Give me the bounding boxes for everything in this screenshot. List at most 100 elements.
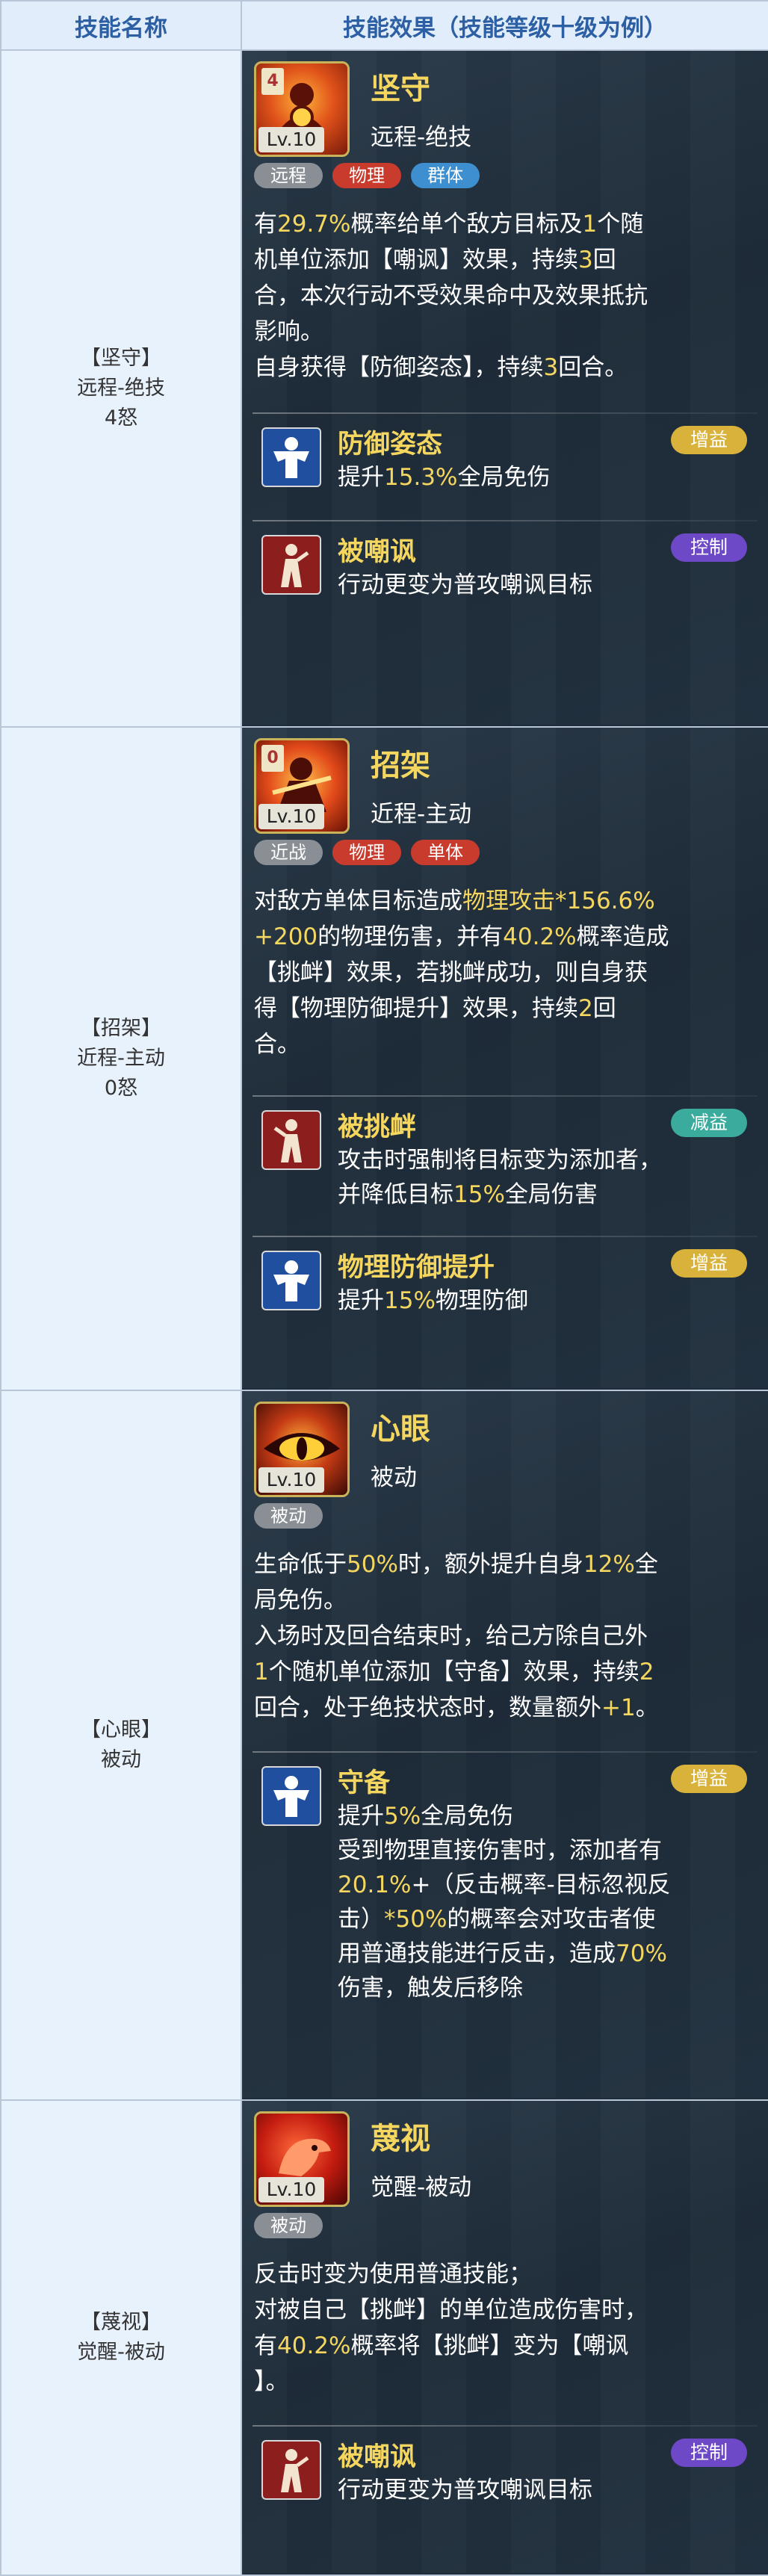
skill-type-label: 被动 <box>101 1748 141 1771</box>
skill-name-label: 【坚守】 <box>81 347 161 370</box>
desc-line: 机单位添加【嘲讽】效果，持续3回 <box>254 247 616 273</box>
demon-eye-icon: Lv.10 <box>254 1402 350 1497</box>
effect-name: 守备 <box>338 1768 391 1798</box>
control-badge: 控制 <box>670 2439 747 2467</box>
tag-damage-type: 物理 <box>332 840 402 865</box>
desc-line: 对敌方单体目标造成物理攻击*156.6% <box>254 888 655 914</box>
skill-description: 对敌方单体目标造成物理攻击*156.6% +200的物理伤害，并有40.2%概率… <box>242 883 768 1062</box>
skill-card: 4 Lv.10 坚守 远程-绝技 远程 物理 群体 有29.7%概率给单个敌方目… <box>242 51 768 725</box>
desc-line: 合，本次行动不受效果命中及效果抵抗 <box>254 282 648 309</box>
skill-name-label: 【心眼】 <box>81 1718 161 1741</box>
taunted-icon <box>261 2440 321 2500</box>
skill-card: Lv.10 蔑视 觉醒-被动 被动 反击时变为使用普通技能； 对被自己【挑衅】的… <box>242 2101 768 2573</box>
desc-line: 有40.2%概率将【挑衅】变为【嘲讽 <box>254 2332 629 2359</box>
skill-title: 招架 <box>371 749 430 783</box>
effect-line: 用普通技能进行反击，造成70% <box>338 1940 667 1967</box>
skill-icon-number: 4 <box>261 68 284 95</box>
skill-card-cell: Lv.10 心眼 被动 被动 生命低于50%时，额外提升自身12%全 局免伤。 … <box>241 1390 768 2101</box>
skill-name-label: 【招架】 <box>81 1017 161 1040</box>
desc-line: 生命低于50%时，额外提升自身12%全 <box>254 1551 658 1578</box>
skill-subtype: 远程-绝技 <box>371 124 472 151</box>
effect-description: 攻击时强制将目标变为添加者， 并降低目标15%全局伤害 <box>338 1143 750 1212</box>
header-skill-effect: 技能效果（技能等级十级为例） <box>241 0 768 51</box>
skill-tags: 近战 物理 单体 <box>242 840 768 883</box>
effect-line: 提升5%全局免伤 <box>338 1803 514 1830</box>
effect-description: 行动更变为普攻嘲讽目标 <box>338 568 750 602</box>
skill-rage-label: 4怒 <box>104 406 138 430</box>
red-bird-icon: Lv.10 <box>254 2111 350 2207</box>
skill-title: 心眼 <box>371 1412 430 1446</box>
effect-name: 被嘲讽 <box>338 537 417 567</box>
skill-tags: 远程 物理 群体 <box>242 163 768 206</box>
effect-taunted: 被嘲讽 控制 行动更变为普攻嘲讽目标 <box>253 520 758 625</box>
skill-card: 0 Lv.10 招架 近程-主动 近战 物理 单体 对敌方单体目标造成物理攻击*… <box>242 728 768 1388</box>
provoked-icon <box>261 1110 321 1170</box>
skill-level: Lv.10 <box>258 1467 324 1493</box>
desc-line: +200的物理伤害，并有40.2%概率造成 <box>254 923 669 950</box>
skill-name-label: 【蔑视】 <box>81 2311 161 2334</box>
skill-card-cell: 0 Lv.10 招架 近程-主动 近战 物理 单体 对敌方单体目标造成物理攻击*… <box>241 726 768 1391</box>
effect-line: 提升15%物理防御 <box>338 1287 528 1314</box>
effect-description: 提升15%物理防御 <box>338 1284 750 1318</box>
desc-line: 局免伤。 <box>254 1587 347 1614</box>
skill-level: Lv.10 <box>258 127 324 152</box>
skill-row: 【蔑视】 觉醒-被动 Lv.10 蔑视 觉醒-被动 被动 反击时变为使用普通技能… <box>0 2099 768 2576</box>
guard-icon <box>261 1766 321 1826</box>
effect-name: 被嘲讽 <box>338 2442 417 2472</box>
effect-line: 行动更变为普攻嘲讽目标 <box>338 2477 592 2504</box>
tag-passive: 被动 <box>254 1503 323 1529</box>
skill-subtype: 被动 <box>371 1464 417 1491</box>
tag-target: 群体 <box>411 163 480 188</box>
skill-level: Lv.10 <box>258 2177 324 2202</box>
shield-fighter-icon: 4 Lv.10 <box>254 61 350 157</box>
skill-name-cell: 【招架】 近程-主动 0怒 <box>0 726 242 1391</box>
effect-guard: 守备 增益 提升5%全局免伤 受到物理直接伤害时，添加者有 20.1%+（反击概… <box>253 1751 758 2005</box>
desc-line: 】。 <box>254 2368 289 2395</box>
skill-card-cell: 4 Lv.10 坚守 远程-绝技 远程 物理 群体 有29.7%概率给单个敌方目… <box>241 49 768 728</box>
desc-line: 反击时变为使用普通技能； <box>254 2261 532 2288</box>
buff-badge: 增益 <box>670 1765 747 1793</box>
skill-name-cell: 【蔑视】 觉醒-被动 <box>0 2099 242 2576</box>
effect-description: 提升15.3%全局免伤 <box>338 460 750 495</box>
skill-type-label: 远程-绝技 <box>77 377 165 400</box>
skill-type-label: 觉醒-被动 <box>77 2341 165 2364</box>
header-skill-name: 技能名称 <box>0 0 242 51</box>
skill-level: Lv.10 <box>258 804 324 829</box>
desc-line: 合。 <box>254 1031 300 1058</box>
effect-name: 被挑衅 <box>338 1112 417 1142</box>
desc-line: 影响。 <box>254 318 323 345</box>
desc-line: 1个随机单位添加【守备】效果，持续2 <box>254 1659 654 1685</box>
effect-line: 提升15.3%全局免伤 <box>338 464 551 491</box>
skill-card-cell: Lv.10 蔑视 觉醒-被动 被动 反击时变为使用普通技能； 对被自己【挑衅】的… <box>241 2099 768 2576</box>
skill-tags: 被动 <box>242 1503 768 1546</box>
skill-tags: 被动 <box>242 2213 768 2256</box>
effect-line: 行动更变为普攻嘲讽目标 <box>338 572 592 598</box>
effect-line: 伤害，触发后移除 <box>338 1975 523 2001</box>
skills-table: 技能名称 技能效果（技能等级十级为例） 【坚守】 远程-绝技 4怒 4 Lv.1… <box>0 0 768 2576</box>
desc-line: 回合，处于绝技状态时，数量额外+1。 <box>254 1694 659 1721</box>
skill-title: 蔑视 <box>371 2122 430 2156</box>
desc-line: 【挑衅】效果，若挑衅成功，则自身获 <box>254 959 648 986</box>
defense-stance-icon <box>261 427 321 487</box>
effect-line: 攻击时强制将目标变为添加者， <box>338 1147 662 1174</box>
desc-line: 对被自己【挑衅】的单位造成伤害时， <box>254 2297 648 2323</box>
skill-description: 反击时变为使用普通技能； 对被自己【挑衅】的单位造成伤害时， 有40.2%概率将… <box>242 2256 768 2400</box>
control-badge: 控制 <box>670 533 747 562</box>
table-header-row: 技能名称 技能效果（技能等级十级为例） <box>0 0 768 51</box>
effect-defense-stance: 防御姿态 增益 提升15.3%全局免伤 <box>253 412 758 517</box>
skill-name-cell: 【坚守】 远程-绝技 4怒 <box>0 49 242 728</box>
effect-description: 提升5%全局免伤 受到物理直接伤害时，添加者有 20.1%+（反击概率-目标忽视… <box>338 1799 750 2005</box>
skill-row: 【招架】 近程-主动 0怒 0 Lv.10 招架 近程-主动 近战 物理 单体 … <box>0 726 768 1391</box>
skill-type-label: 近程-主动 <box>77 1047 165 1070</box>
desc-line: 得【物理防御提升】效果，持续2回 <box>254 995 616 1022</box>
skill-row: 【心眼】 被动 Lv.10 心眼 被动 被动 生命低于50%时，额外提升自身12… <box>0 1390 768 2101</box>
effect-name: 防御姿态 <box>338 430 443 459</box>
effect-line: 并降低目标15%全局伤害 <box>338 1181 598 1208</box>
effect-name: 物理防御提升 <box>338 1253 495 1283</box>
skill-rage-label: 0怒 <box>104 1077 138 1100</box>
desc-line: 有29.7%概率给单个敌方目标及1个随 <box>254 211 644 238</box>
skill-title: 坚守 <box>371 72 430 106</box>
skill-card: Lv.10 心眼 被动 被动 生命低于50%时，额外提升自身12%全 局免伤。 … <box>242 1391 768 2098</box>
taunted-icon <box>261 535 321 595</box>
tag-passive: 被动 <box>254 2213 323 2238</box>
